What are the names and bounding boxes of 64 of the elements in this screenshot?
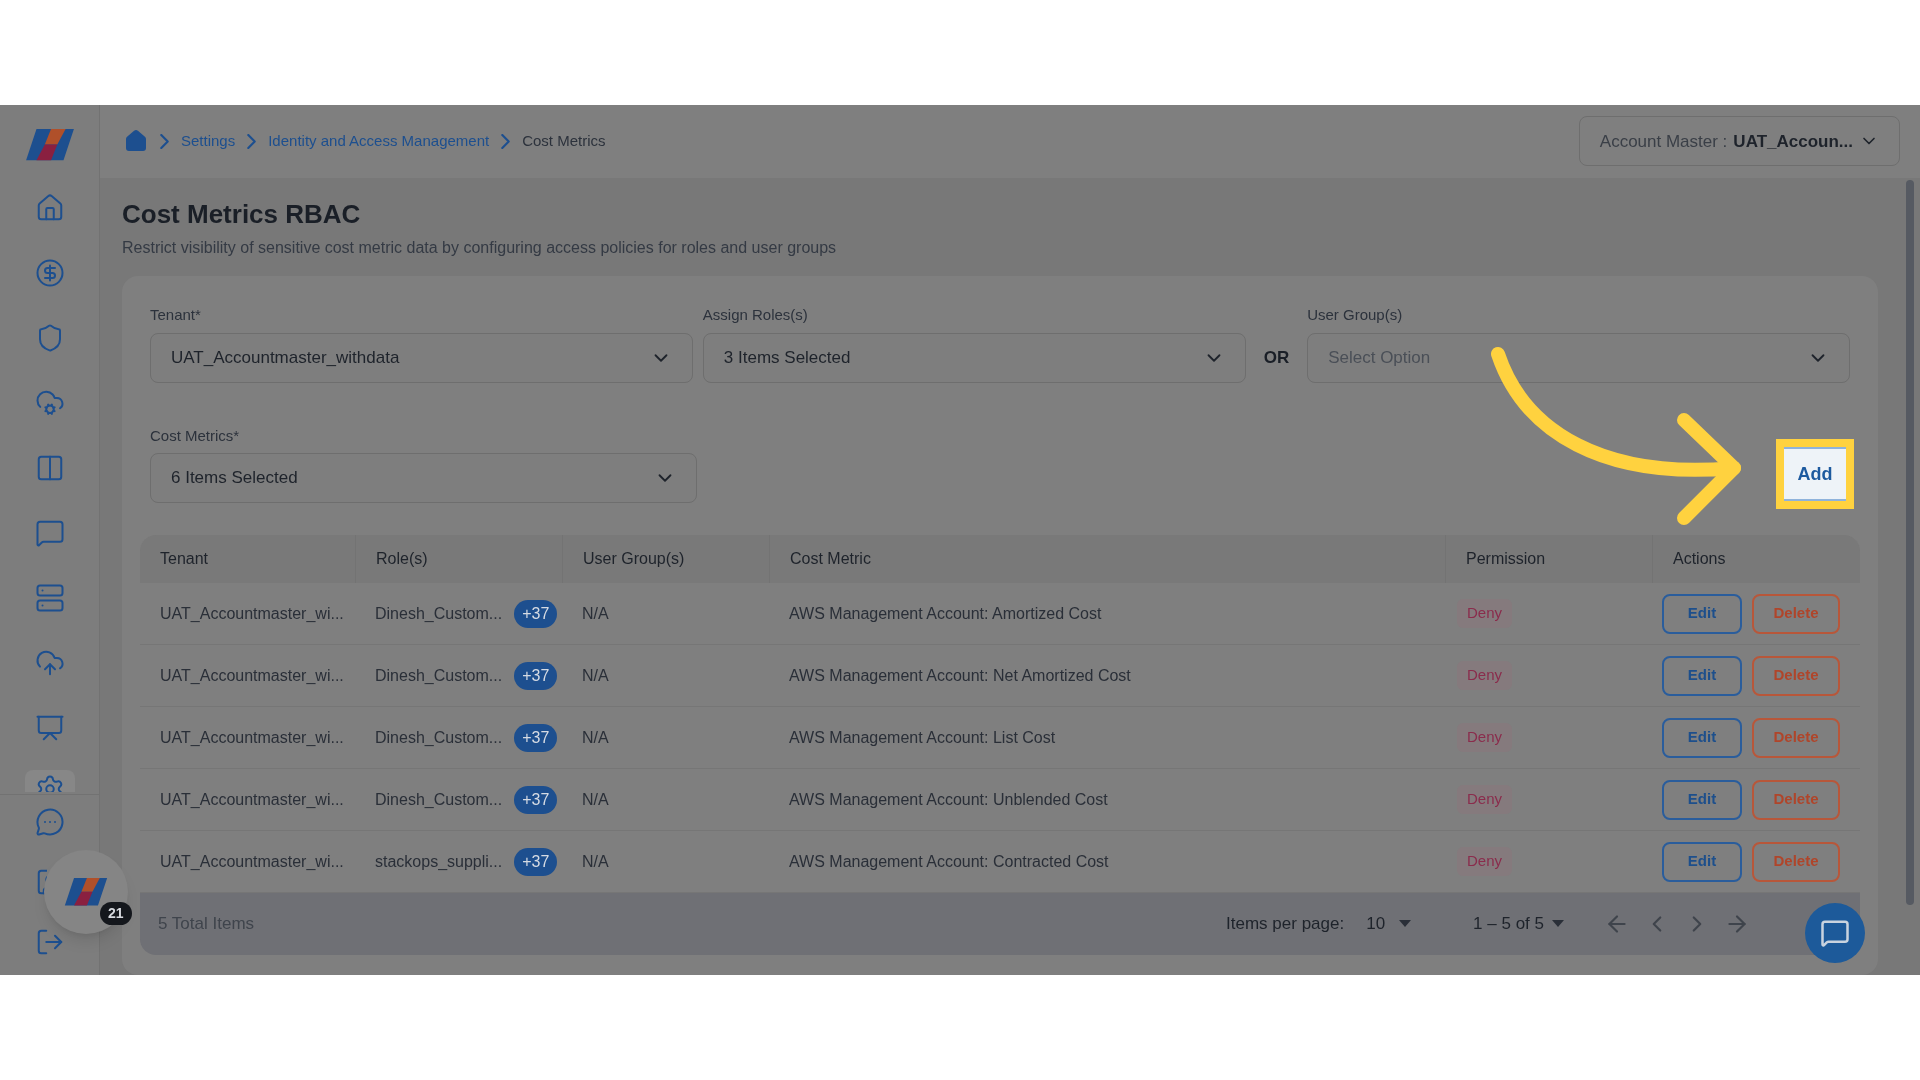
breadcrumb-link[interactable]: Settings — [181, 130, 236, 153]
table-cell-text: AWS Management Account: Unblended Cost — [789, 789, 1108, 810]
table-cell-text: N/A — [582, 851, 609, 872]
delete-button[interactable]: Delete — [1752, 841, 1840, 882]
edit-button[interactable]: Edit — [1662, 593, 1742, 634]
table-cell-text: N/A — [582, 603, 609, 624]
field-label: User Group(s) — [1307, 305, 1404, 325]
page-title: Cost Metrics RBAC — [122, 197, 362, 230]
table-cell-text: N/A — [582, 727, 609, 748]
delete-button[interactable]: Delete — [1752, 717, 1840, 758]
table-cell-text: UAT_Accountmaster_wi... — [160, 603, 344, 624]
count-badge: +37 — [514, 847, 558, 876]
breadcrumb-current: Cost Metrics — [522, 131, 606, 151]
edit-button[interactable]: Edit — [1662, 655, 1742, 696]
delete-button[interactable]: Delete — [1752, 655, 1840, 696]
table-cell-text: UAT_Accountmaster_wi... — [160, 851, 344, 872]
table-cell-text: AWS Management Account: List Cost — [789, 727, 1056, 748]
edit-button[interactable]: Edit — [1662, 841, 1742, 882]
edit-button[interactable]: Edit — [1662, 717, 1742, 758]
table-cell-text: Dinesh_Custom... — [375, 789, 503, 810]
account-selector[interactable]: Account Master : UAT_Accoun... — [1578, 116, 1900, 167]
table-cell-text: Dinesh_Custom... — [375, 603, 503, 624]
table-cell-text: stackops_suppli... — [375, 851, 503, 872]
column-header: Role(s) — [376, 549, 428, 569]
delete-button[interactable]: Delete — [1752, 779, 1840, 820]
field-label: Tenant* — [150, 305, 202, 325]
tenant-dropdown[interactable]: UAT_Accountmaster_withdata — [150, 332, 693, 383]
column-header: Permission — [1466, 549, 1546, 569]
column-header: User Group(s) — [583, 549, 685, 569]
count-badge: +37 — [514, 661, 558, 690]
or-separator: OR — [1262, 346, 1291, 369]
count-badge: +37 — [514, 785, 558, 814]
delete-button[interactable]: Delete — [1752, 593, 1840, 634]
add-button[interactable]: Add — [1784, 447, 1846, 501]
table-cell-text: N/A — [582, 665, 609, 686]
table-cell-text: UAT_Accountmaster_wi... — [160, 665, 344, 686]
table-cell-text: AWS Management Account: Contracted Cost — [789, 851, 1109, 872]
permission-tag: Deny — [1457, 599, 1513, 628]
column-header: Tenant — [160, 549, 209, 569]
breadcrumb-link[interactable]: Identity and Access Management — [268, 130, 490, 153]
permission-tag: Deny — [1457, 661, 1513, 690]
permission-tag: Deny — [1457, 847, 1513, 876]
field-label: Assign Roles(s) — [702, 305, 809, 325]
column-header: Cost Metric — [790, 549, 871, 569]
table-cell-text: AWS Management Account: Net Amortized Cost — [789, 665, 1131, 686]
count-badge: +37 — [514, 723, 558, 752]
cost-metrics-dropdown[interactable]: 6 Items Selected — [150, 453, 697, 503]
field-label: Cost Metrics* — [150, 425, 241, 446]
table-cell-text: UAT_Accountmaster_wi... — [160, 789, 344, 810]
items-per-page-label: Items per page: — [1226, 913, 1345, 936]
permission-tag: Deny — [1457, 785, 1513, 814]
page-subtitle: Restrict visibility of sensitive cost metric data by configuring access policies for roles and user groups — [122, 238, 838, 258]
table-cell-text: Dinesh_Custom... — [375, 727, 503, 748]
permission-tag: Deny — [1457, 723, 1513, 752]
page-size-select[interactable]: 10 — [1364, 911, 1414, 937]
table-cell-text: UAT_Accountmaster_wi... — [160, 727, 344, 748]
page-range-select[interactable]: 1 – 5 of 5 — [1473, 911, 1564, 937]
count-badge: +37 — [514, 599, 558, 628]
roles-dropdown[interactable]: 3 Items Selected — [702, 332, 1246, 383]
table-cell-text: AWS Management Account: Amortized Cost — [789, 603, 1102, 624]
edit-button[interactable]: Edit — [1662, 779, 1742, 820]
column-header: Actions — [1673, 549, 1726, 569]
table-cell-text: N/A — [582, 789, 609, 810]
table-cell-text: Dinesh_Custom... — [375, 665, 503, 686]
